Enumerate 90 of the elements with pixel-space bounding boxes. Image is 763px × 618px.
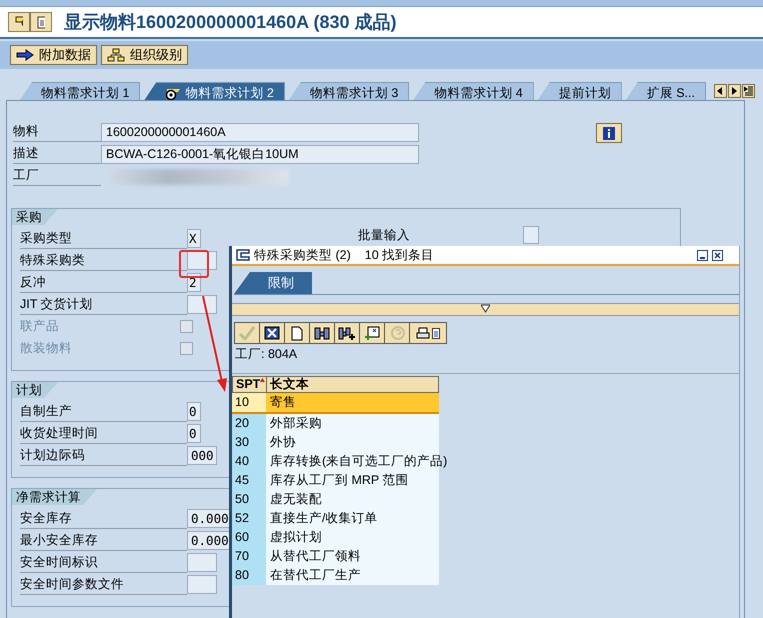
table-cell: 80: [232, 566, 266, 585]
table-row[interactable]: 50 虚无装配: [232, 490, 439, 509]
input-field[interactable]: [187, 295, 217, 314]
column-header[interactable]: SPT: [233, 377, 267, 392]
field-label: 自制生产: [20, 402, 187, 422]
field-label: 反冲: [20, 272, 187, 292]
table-cell: 40: [232, 452, 266, 471]
input-field[interactable]: [523, 226, 539, 244]
tab[interactable]: 限制: [234, 272, 312, 294]
input-field[interactable]: 0: [187, 424, 201, 443]
field-label: 最小安全库存: [20, 530, 187, 550]
check-icon[interactable]: [235, 323, 259, 343]
table-cell: 50: [232, 490, 266, 509]
input-field[interactable]: 000: [187, 446, 217, 465]
table-row[interactable]: 10 寄售: [232, 393, 439, 414]
table-row[interactable]: 80 在替代工厂生产: [232, 566, 439, 585]
field-label: 安全时间标识: [20, 552, 187, 572]
toolbar-button[interactable]: 附加数据: [10, 45, 97, 65]
minimize-icon[interactable]: [697, 250, 708, 260]
annotation-box: [179, 250, 209, 278]
table-row[interactable]: 52 直接生产/收集订单: [232, 509, 439, 528]
table-cell-text: 寄售: [269, 394, 296, 411]
hierarchy-icon: [107, 48, 125, 62]
input-field[interactable]: 1600200000001460A: [101, 123, 419, 142]
close-icon[interactable]: [712, 250, 723, 260]
document-icon[interactable]: [285, 323, 309, 343]
input-field[interactable]: [187, 575, 217, 594]
table-row[interactable]: 45 库存从工厂到 MRP 范围: [232, 471, 439, 490]
table-row[interactable]: 60 虚拟计划: [232, 528, 439, 547]
table-cell-text: 在替代工厂生产: [269, 567, 361, 584]
group-title: 采购: [12, 209, 58, 225]
binoculars-icon[interactable]: [310, 323, 334, 343]
input-field[interactable]: [187, 553, 217, 572]
info-button[interactable]: [596, 123, 622, 143]
field-label: 收货处理时间: [20, 424, 187, 444]
popup-title: 特殊采购类型 (2): [254, 246, 351, 264]
field-label: 采购类型: [20, 228, 187, 248]
result-count: 10 找到条目: [364, 246, 434, 264]
field-label: 工厂: [13, 167, 101, 186]
group-title: 净需求计算: [12, 489, 97, 505]
table-cell-text: 外部采购: [269, 415, 322, 432]
field-label: 计划边际码: [20, 446, 187, 466]
table-row[interactable]: 70 从替代工厂领料: [232, 547, 439, 566]
input-field[interactable]: [187, 251, 217, 270]
print-icon[interactable]: [410, 323, 446, 343]
info-icon: [603, 126, 615, 140]
expand-icon[interactable]: [481, 304, 490, 313]
field-label: 安全库存: [20, 508, 187, 528]
arrow-right-icon: [16, 49, 34, 61]
table-cell-text: 从替代工厂领料: [269, 548, 361, 565]
display-toggle-icon[interactable]: [8, 12, 30, 32]
field-label: 特殊采购类: [20, 250, 187, 270]
group-title: 计划: [12, 382, 58, 398]
field-label: JIT 交货计划: [20, 294, 187, 314]
table-cell: 45: [232, 471, 266, 490]
table-cell-text: 虚无装配: [269, 491, 322, 508]
filter-text: 工厂: 804A: [234, 346, 298, 362]
table-cell-text: 库存转换(来自可选工厂的产品): [269, 453, 448, 470]
window-icon: [236, 249, 250, 261]
table-row[interactable]: 20 外部采购: [232, 414, 439, 433]
tab-list-icon[interactable]: [742, 84, 755, 98]
table-cell: 70: [232, 547, 266, 566]
table-cell-text: 外协: [269, 434, 296, 451]
table-cell: 52: [232, 509, 266, 528]
table-cell: 30: [232, 433, 266, 452]
camera-icon: [165, 86, 182, 100]
table-cell: 10: [232, 393, 266, 412]
table-cell: 20: [232, 414, 266, 433]
sort-icon: [260, 378, 265, 382]
field-label: 批量输入: [358, 227, 410, 244]
input-field[interactable]: 0: [187, 402, 201, 421]
scroll-right-icon[interactable]: [728, 84, 741, 98]
table-cell-text: 直接生产/收集订单: [269, 510, 378, 527]
table-cell: 60: [232, 528, 266, 547]
field-label: 安全时间参数文件: [20, 574, 187, 594]
document-icon[interactable]: [30, 12, 52, 32]
input-field[interactable]: BCWA-C126-0001-氧化银白10UM: [101, 145, 419, 164]
scroll-left-icon[interactable]: [714, 84, 727, 98]
input-field[interactable]: X: [187, 229, 201, 248]
field-label: 散装物料: [20, 340, 73, 356]
field-label: 联产品: [20, 318, 60, 334]
toolbar-button[interactable]: 组织级别: [101, 45, 188, 65]
window-title: 显示物料1600200000001460A (830 成品): [64, 11, 397, 34]
binoculars-plus-icon[interactable]: [335, 323, 359, 343]
table-cell-text: 库存从工厂到 MRP 范围: [269, 472, 408, 489]
cancel-icon[interactable]: [260, 323, 284, 343]
table-row[interactable]: 30 外协: [232, 433, 439, 452]
column-header[interactable]: 长文本: [267, 377, 309, 392]
table-cell-text: 虚拟计划: [269, 529, 322, 546]
new-entry-icon[interactable]: [360, 323, 384, 343]
